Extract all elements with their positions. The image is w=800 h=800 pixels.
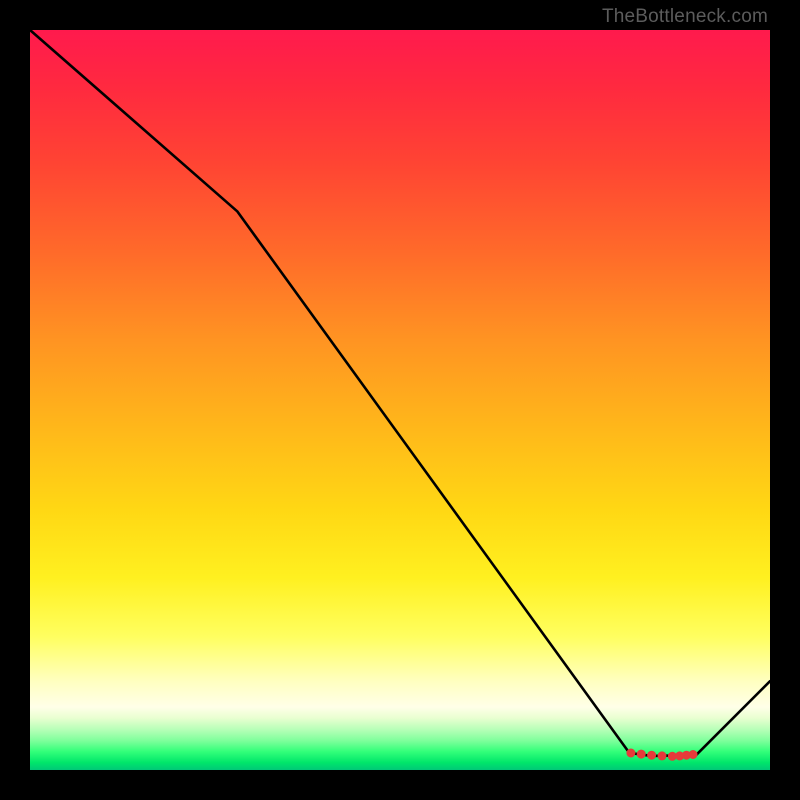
chart-container: TheBottleneck.com [0, 0, 800, 800]
optimal-marker [626, 749, 635, 758]
optimal-marker [647, 751, 656, 760]
optimal-marker [658, 751, 667, 760]
optimal-marker [689, 750, 698, 759]
optimal-markers [626, 749, 697, 761]
chart-overlay [0, 0, 800, 800]
bottleneck-line [30, 30, 770, 756]
line-series [30, 30, 770, 756]
optimal-marker [637, 750, 646, 759]
